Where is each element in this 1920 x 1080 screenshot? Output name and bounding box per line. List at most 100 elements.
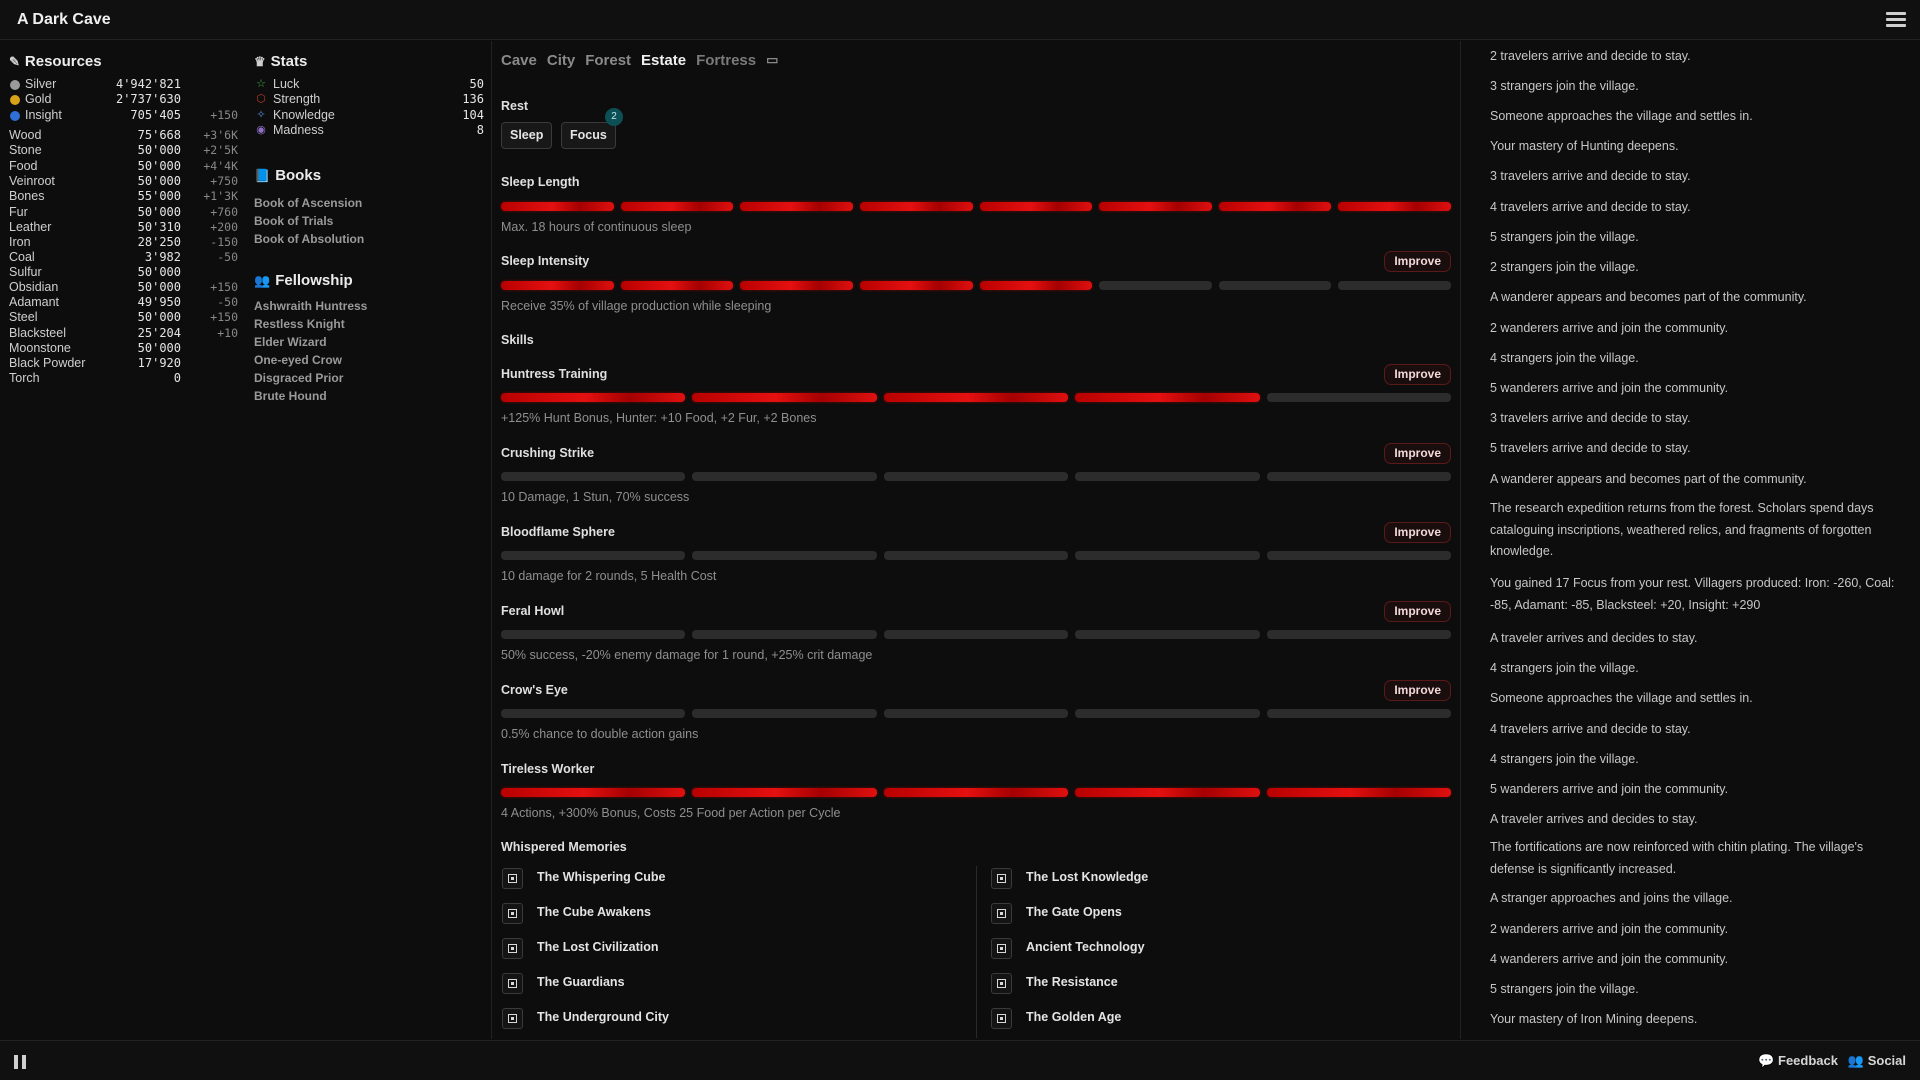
memory-item[interactable]: The Lost Civilization: [502, 936, 962, 960]
memory-item[interactable]: The Whispering Cube: [502, 866, 962, 890]
resource-rate: +150: [210, 108, 238, 122]
resource-name: Insight: [25, 108, 62, 122]
open-book-icon[interactable]: ▭: [766, 52, 778, 69]
skill-improve-button-huntress-training[interactable]: Improve: [1384, 364, 1451, 385]
memory-item[interactable]: Ancient Technology: [991, 936, 1441, 960]
sleep-length-bar: [501, 202, 1451, 211]
tab-estate[interactable]: Estate: [641, 52, 686, 69]
skill-bar-tireless-worker: [501, 788, 1452, 797]
fellowship-title: 👥 Fellowship: [254, 272, 353, 289]
stat-luck-icon: ☆: [256, 78, 266, 90]
log-entry: 3 strangers join the village.: [1490, 79, 1639, 93]
book-link[interactable]: Book of Trials: [254, 214, 333, 228]
memory-item[interactable]: The Golden Age: [991, 1006, 1441, 1030]
memory-item[interactable]: The Gate Opens: [991, 901, 1441, 925]
progress-segment: [1266, 788, 1452, 797]
stat-name: Knowledge: [273, 108, 335, 122]
social-label: Social: [1867, 1053, 1906, 1068]
log-entry: Your mastery of Iron Mining deepens.: [1490, 1012, 1698, 1026]
resource-value: 50'000: [137, 205, 181, 219]
feedback-link[interactable]: 💬 Feedback: [1758, 1053, 1838, 1069]
skill-improve-button-crushing-strike[interactable]: Improve: [1384, 443, 1451, 464]
sleep-intensity-desc: Receive 35% of village production while …: [501, 299, 772, 313]
memory-cube-icon: [502, 903, 523, 924]
log-entry: 3 travelers arrive and decide to stay.: [1490, 169, 1691, 183]
skills-heading: Skills: [501, 333, 534, 347]
memory-title: The Whispering Cube: [537, 870, 666, 884]
fellowship-member[interactable]: Disgraced Prior: [254, 371, 343, 385]
progress-segment: [1075, 788, 1260, 797]
resource-name: Gold: [25, 92, 52, 106]
main-panel: Cave City Forest Estate Fortress ▭ Rest …: [493, 41, 1461, 1039]
resource-name: Moonstone: [9, 341, 71, 355]
memory-item[interactable]: The Cube Awakens: [502, 901, 962, 925]
books-title-text: Books: [275, 167, 322, 184]
progress-segment: [1266, 709, 1452, 718]
skill-title-feral-howl: Feral Howl: [501, 604, 565, 618]
resource-rate: +10: [217, 326, 238, 340]
log-entry: A wanderer appears and becomes part of t…: [1490, 290, 1807, 304]
social-link[interactable]: 👥 Social: [1848, 1053, 1906, 1069]
resource-rate: +150: [210, 310, 238, 324]
resource-dot-icon: [10, 80, 20, 90]
tab-forest[interactable]: Forest: [585, 52, 631, 69]
hamburger-menu-icon[interactable]: [1886, 12, 1906, 28]
stat-value: 136: [462, 92, 484, 106]
resource-row: Insight 705'405 +150: [9, 108, 239, 126]
skill-title-tireless-worker: Tireless Worker: [501, 762, 595, 776]
log-entry: The fortifications are now reinforced wi…: [1490, 840, 1864, 876]
sleep-length-desc: Max. 18 hours of continuous sleep: [501, 220, 692, 234]
progress-segment: [1099, 281, 1212, 290]
resource-rate: +200: [210, 220, 238, 234]
sleep-intensity-improve-button[interactable]: Improve: [1384, 251, 1451, 272]
progress-segment: [501, 281, 614, 290]
skill-improve-button-crow-s-eye[interactable]: Improve: [1384, 680, 1451, 701]
fellowship-member[interactable]: Elder Wizard: [254, 335, 327, 349]
progress-segment: [620, 202, 734, 211]
progress-segment: [1075, 393, 1260, 402]
progress-segment: [692, 472, 877, 481]
resource-value: 75'668: [137, 128, 181, 142]
progress-segment: [883, 709, 1069, 718]
resource-dot-icon: [10, 111, 20, 121]
skill-title-crow-s-eye: Crow's Eye: [501, 683, 568, 697]
log-entry: 5 travelers arrive and decide to stay.: [1490, 441, 1691, 455]
bottom-bar: 💬 Feedback 👥 Social: [0, 1040, 1920, 1080]
resource-value: 55'000: [137, 189, 181, 203]
book-link[interactable]: Book of Absolution: [254, 232, 364, 246]
memories-divider: [976, 866, 977, 1038]
memory-item[interactable]: The Underground City: [502, 1006, 962, 1030]
tab-city[interactable]: City: [547, 52, 575, 69]
progress-segment: [692, 788, 877, 797]
log-entry: 4 strangers join the village.: [1490, 661, 1639, 675]
progress-segment: [1075, 551, 1260, 560]
focus-badge: 2: [605, 108, 623, 126]
stat-name: Luck: [273, 77, 300, 91]
fellowship-member[interactable]: Brute Hound: [254, 389, 327, 403]
memory-item[interactable]: The Guardians: [502, 971, 962, 995]
resource-value: 50'000: [137, 341, 181, 355]
memory-item[interactable]: The Resistance: [991, 971, 1441, 995]
skill-improve-button-feral-howl[interactable]: Improve: [1384, 601, 1451, 622]
memory-cube-icon: [991, 938, 1012, 959]
game-title: A Dark Cave: [17, 11, 111, 28]
skill-improve-button-bloodflame-sphere[interactable]: Improve: [1384, 522, 1451, 543]
speech-bubble-icon: 💬: [1758, 1053, 1775, 1068]
fellowship-member[interactable]: Restless Knight: [254, 317, 345, 331]
resource-value: 2'737'630: [115, 92, 181, 106]
sleep-button[interactable]: Sleep: [501, 122, 553, 149]
fellowship-member[interactable]: One-eyed Crow: [254, 353, 342, 367]
pause-icon[interactable]: [14, 1055, 28, 1069]
memory-title: The Cube Awakens: [537, 905, 651, 919]
progress-segment: [883, 551, 1069, 560]
stat-value: 8: [476, 123, 484, 137]
fellowship-member[interactable]: Ashwraith Huntress: [254, 299, 367, 313]
focus-button[interactable]: Focus: [561, 122, 616, 149]
tab-fortress[interactable]: Fortress: [696, 52, 756, 69]
resource-rate: +4'4K: [203, 159, 238, 173]
book-link[interactable]: Book of Ascension: [254, 196, 362, 210]
log-entry: A traveler arrives and decides to stay.: [1490, 812, 1698, 826]
memory-item[interactable]: The Lost Knowledge: [991, 866, 1441, 890]
tab-cave[interactable]: Cave: [501, 52, 537, 69]
resources-section: ✎ Resources Silver 4'942'821 Gold 2'737'630…: [9, 53, 239, 385]
